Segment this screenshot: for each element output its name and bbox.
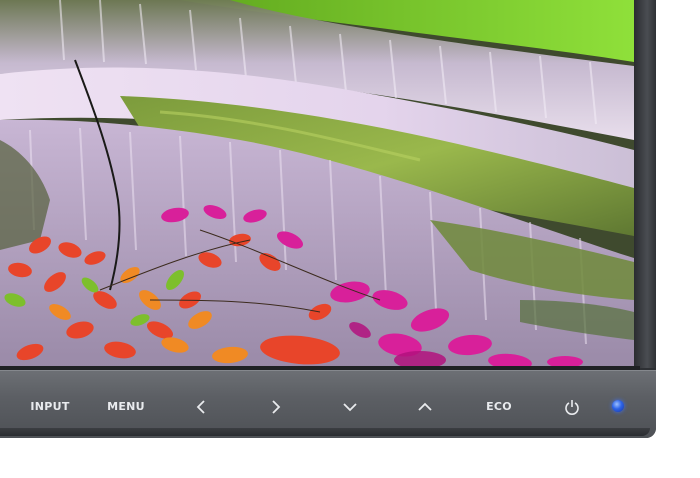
chevron-right-icon [272,400,281,414]
menu-button[interactable]: MENU [106,396,146,418]
chevron-left-icon [196,400,205,414]
chevron-up-icon [418,402,432,411]
waterfall-image [0,0,634,368]
power-led-indicator [612,400,624,412]
monitor-photo: INPUT MENU ECO [0,0,700,478]
right-button[interactable] [266,396,286,418]
bezel-lip [0,428,650,436]
left-button[interactable] [191,396,211,418]
eco-button[interactable]: ECO [484,396,514,418]
power-button[interactable] [562,396,582,418]
chevron-down-icon [343,403,357,412]
up-button[interactable] [415,396,435,418]
monitor-screen [0,0,634,368]
input-button[interactable]: INPUT [30,396,70,418]
down-button[interactable] [340,396,360,418]
power-icon [565,400,579,415]
right-bezel [634,0,656,368]
